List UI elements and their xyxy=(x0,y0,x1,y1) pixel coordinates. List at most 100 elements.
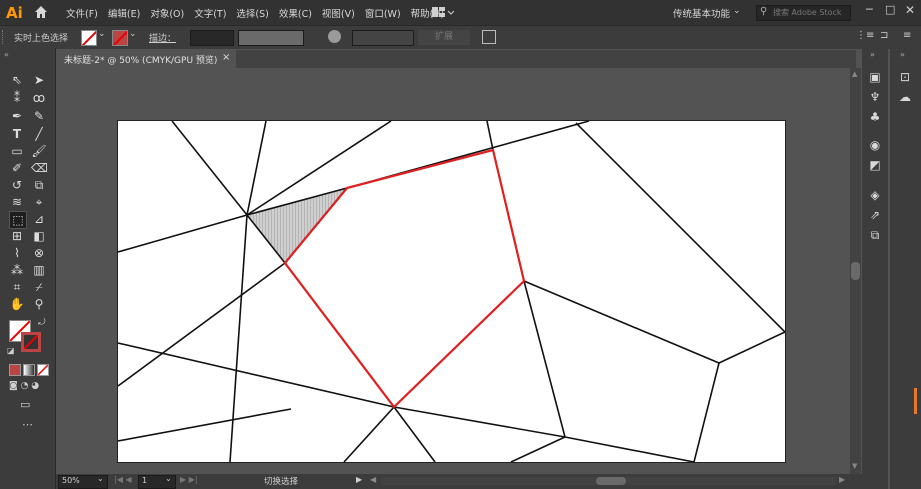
workspace-switcher[interactable]: 传统基本功能 xyxy=(673,6,730,20)
close-tab-icon[interactable]: × xyxy=(222,52,230,63)
close-icon[interactable]: ✕ xyxy=(905,3,915,17)
menu-select[interactable]: 选择(S) xyxy=(236,6,268,20)
symbols-icon[interactable]: ♣ xyxy=(868,110,882,124)
scroll-thumb[interactable] xyxy=(851,262,860,280)
panel-menu-icon[interactable]: ≡ xyxy=(903,30,911,41)
artboard-field[interactable]: 1 ⌄ xyxy=(138,474,176,489)
warp-tool-icon[interactable]: ≋ xyxy=(9,194,25,210)
color-icon[interactable] xyxy=(9,364,21,376)
arrange-icon[interactable]: ⊐ xyxy=(880,30,888,41)
menu-type[interactable]: 文字(T) xyxy=(194,6,226,20)
zoom-tool-icon[interactable]: ⚲ xyxy=(31,296,47,312)
minimize-icon[interactable]: ─ xyxy=(866,3,873,16)
lasso-tool-icon[interactable]: ꝏ xyxy=(31,90,47,106)
none-swatch-icon[interactable] xyxy=(37,364,49,376)
curvature-tool-icon[interactable]: ✎ xyxy=(31,108,47,124)
scroll-down-icon[interactable]: ▼ xyxy=(852,462,857,470)
symbol-sprayer-tool-icon[interactable]: ⁂ xyxy=(9,262,25,278)
pen-tool-icon[interactable]: ✒ xyxy=(9,108,25,124)
blend-tool-icon[interactable]: ⊗ xyxy=(31,245,47,261)
shaper-tool-icon[interactable]: ✐ xyxy=(9,160,25,176)
column-graph-tool-icon[interactable]: ▥ xyxy=(31,262,47,278)
menu-edit[interactable]: 编辑(E) xyxy=(108,6,140,20)
vertical-scrollbar[interactable]: ▲ ▼ xyxy=(850,68,861,474)
graphic-styles-icon[interactable]: ◩ xyxy=(868,158,882,172)
collapse-icon[interactable]: « xyxy=(4,50,9,59)
document-tab[interactable]: 未标题-2* @ 50% (CMYK/GPU 预览) × xyxy=(56,50,236,68)
collapse-icon[interactable]: » xyxy=(870,50,875,59)
type-tool-icon[interactable]: T xyxy=(9,126,25,142)
fill-swatch[interactable] xyxy=(81,30,97,46)
line-tool-icon[interactable]: ╱ xyxy=(31,126,47,142)
layers-icon[interactable]: ◈ xyxy=(868,188,882,202)
rectangle-tool-icon[interactable]: ▭ xyxy=(9,143,25,159)
gradient-swatch-icon[interactable] xyxy=(23,364,35,376)
stroke-profile-field[interactable] xyxy=(238,30,304,46)
stroke-color-box[interactable] xyxy=(21,332,41,352)
search-icon: ⚲ xyxy=(760,6,768,17)
zoom-value: 50% xyxy=(62,476,80,485)
scale-tool-icon[interactable]: ⧉ xyxy=(31,177,47,193)
stroke-swatch[interactable] xyxy=(112,30,128,46)
chevron-down-icon[interactable]: ⌄ xyxy=(733,6,741,16)
hand-tool-icon[interactable]: ✋ xyxy=(9,296,25,312)
collapse-icon[interactable]: » xyxy=(900,50,905,59)
next-artboard-icon[interactable]: ▶ ▶| xyxy=(180,475,198,484)
menu-effect[interactable]: 效果(C) xyxy=(279,6,312,20)
horizontal-scrollbar[interactable] xyxy=(381,477,836,485)
chevron-down-icon[interactable]: ⌄ xyxy=(165,474,172,483)
slice-tool-icon[interactable]: ⌿ xyxy=(31,279,47,295)
swap-colors-icon[interactable]: ⤾ xyxy=(38,318,46,328)
direct-selection-tool-icon[interactable]: ➤ xyxy=(31,72,47,88)
chevron-down-icon[interactable]: ⌄ xyxy=(98,29,106,39)
expand-button[interactable]: 扩展 xyxy=(418,30,470,45)
zoom-field[interactable]: 50% ⌄ xyxy=(58,474,108,489)
color-panel-icon[interactable]: ⊡ xyxy=(898,70,912,84)
recolor-icon[interactable] xyxy=(328,30,341,43)
horizontal-scroll-thumb[interactable] xyxy=(596,477,626,485)
adobe-stock-search[interactable]: ⚲ 搜索 Adobe Stock xyxy=(756,5,851,21)
scroll-right-icon[interactable]: ▶ xyxy=(839,475,845,484)
artboard[interactable] xyxy=(117,120,786,463)
selection-tool-icon[interactable]: ⇖ xyxy=(9,72,25,88)
maximize-icon[interactable]: □ xyxy=(885,3,895,16)
document-setup-icon[interactable] xyxy=(482,30,496,44)
drawing-modes-icon[interactable]: ◙ ◔ ◕ xyxy=(9,381,39,391)
mesh-tool-icon[interactable]: ⊞ xyxy=(9,228,25,244)
more-tools-icon[interactable]: ⋯ xyxy=(22,418,33,431)
status-menu-icon[interactable]: ▶ xyxy=(356,475,362,484)
magic-wand-tool-icon[interactable]: ⁑ xyxy=(9,90,25,106)
eraser-tool-icon[interactable]: ⌫ xyxy=(31,160,48,176)
menu-object[interactable]: 对象(O) xyxy=(150,6,184,20)
first-artboard-icon[interactable]: |◀ ◀ xyxy=(114,475,132,484)
scroll-left-icon[interactable]: ◀ xyxy=(370,475,376,484)
gradient-tool-icon[interactable]: ◧ xyxy=(31,228,47,244)
menu-file[interactable]: 文件(F) xyxy=(66,6,98,20)
free-transform-tool-icon[interactable]: ⌖ xyxy=(31,194,47,210)
appearance-icon[interactable]: ◉ xyxy=(868,138,882,152)
screen-mode-icon[interactable]: ▭ xyxy=(20,398,30,411)
chevron-down-icon[interactable]: ⌄ xyxy=(129,29,137,39)
libraries-icon[interactable]: ♆ xyxy=(868,90,882,104)
home-icon[interactable] xyxy=(34,5,48,19)
menu-view[interactable]: 视图(V) xyxy=(322,6,355,20)
creative-cloud-icon[interactable]: ☁ xyxy=(898,90,912,104)
stroke-weight-field[interactable] xyxy=(190,30,234,46)
properties-icon[interactable]: ▣ xyxy=(868,70,882,84)
menu-window[interactable]: 窗口(W) xyxy=(365,6,401,20)
chevron-down-icon[interactable]: ⌄ xyxy=(97,474,104,483)
export-icon[interactable]: ⇗ xyxy=(868,208,882,222)
artboards-icon[interactable]: ⧉ xyxy=(868,228,882,242)
eyedropper-tool-icon[interactable]: ⌇ xyxy=(9,245,25,261)
control-bar: 实时上色选择 ⌄ ⌄ 描边： 扩展 ⋮≡ ⊐ ≡ xyxy=(0,25,921,49)
perspective-grid-tool-icon[interactable]: ⊿ xyxy=(31,211,47,227)
align-icon[interactable]: ⋮≡ xyxy=(856,30,874,41)
default-colors-icon[interactable]: ◪ xyxy=(7,346,15,355)
paintbrush-tool-icon[interactable]: 🖌 xyxy=(31,143,47,159)
rotate-tool-icon[interactable]: ↺ xyxy=(9,177,25,193)
scroll-up-icon[interactable]: ▲ xyxy=(852,70,857,78)
artboard-tool-icon[interactable]: ⌗ xyxy=(9,279,25,295)
live-paint-selection-tool-icon[interactable]: ⬚ xyxy=(9,211,27,229)
artboard-value: 1 xyxy=(142,476,148,485)
arrange-documents-icon[interactable] xyxy=(432,7,455,18)
